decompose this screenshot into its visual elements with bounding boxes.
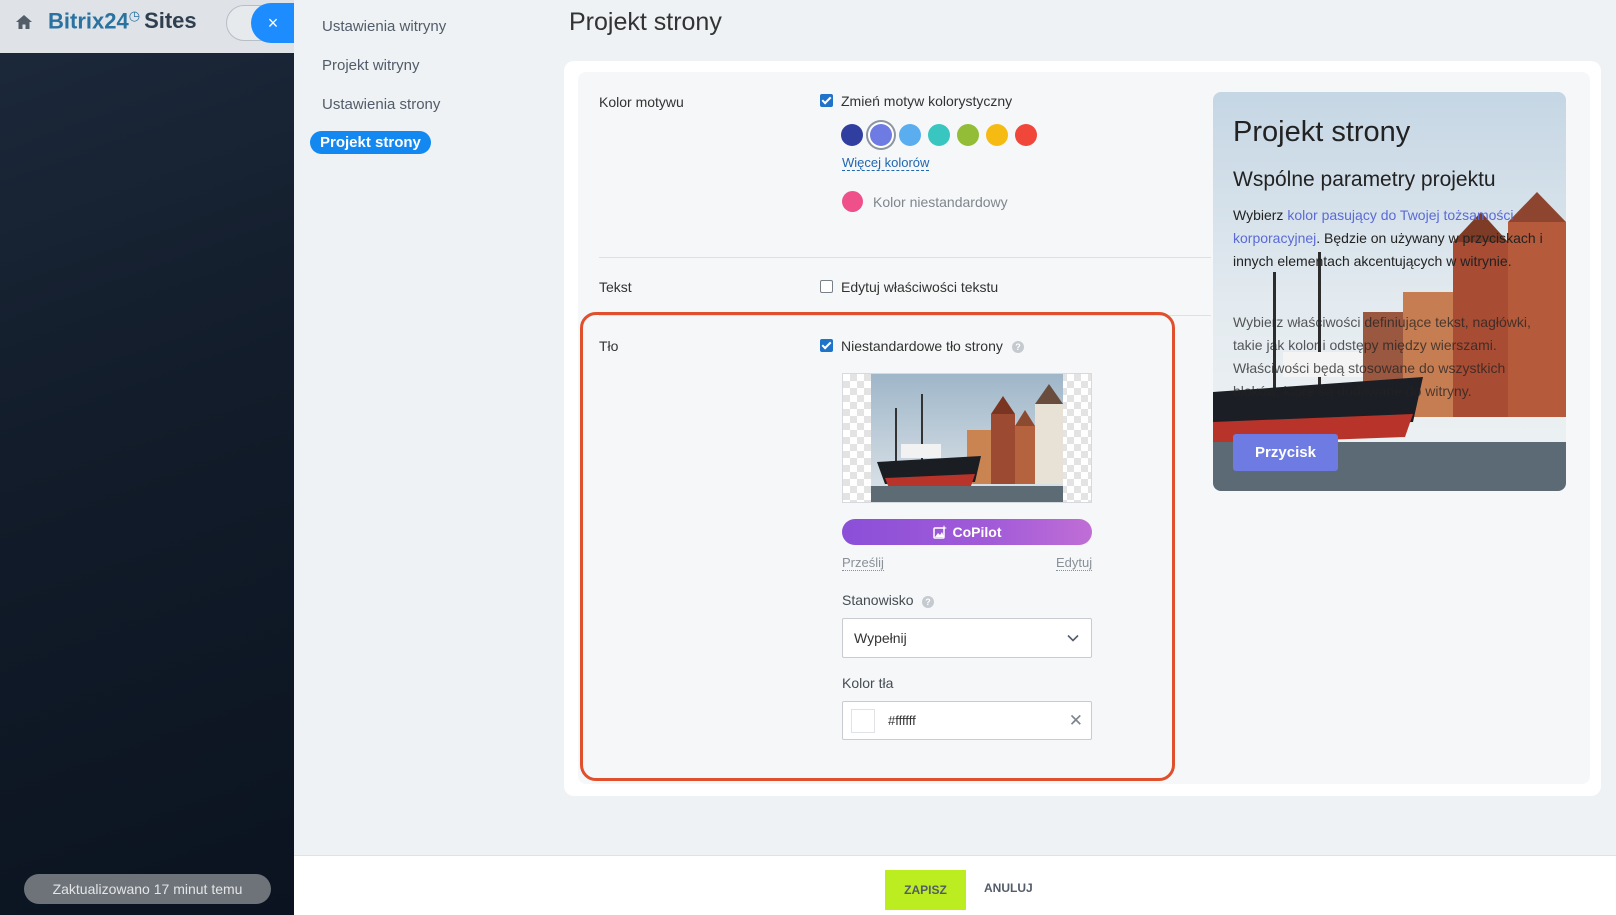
copilot-label: CoPilot <box>952 524 1002 540</box>
image-ai-icon <box>932 525 947 539</box>
background-label: Tło <box>599 338 619 354</box>
close-slider-button[interactable]: × <box>251 3 295 43</box>
preview-paragraph-1: Wybierz kolor pasujący do Twojej tożsamo… <box>1233 204 1545 273</box>
harbor-image <box>871 374 1063 502</box>
preview-text: Wybierz <box>1233 207 1288 223</box>
theme-color-label: Kolor motywu <box>599 94 684 110</box>
help-icon[interactable]: ? <box>1012 341 1024 353</box>
custom-background-checkbox-label[interactable]: Niestandardowe tło strony <box>841 338 1003 354</box>
site-topbar: Bitrix24◷ Sites × <box>0 0 296 53</box>
brand-name: Bitrix24 <box>48 8 129 34</box>
color-swatch[interactable] <box>1015 124 1037 146</box>
backdrop-left <box>0 0 294 915</box>
nav-item-page-settings[interactable]: Ustawienia strony <box>322 96 440 113</box>
color-swatch[interactable] <box>957 124 979 146</box>
color-swatch-selected[interactable] <box>870 124 892 146</box>
background-color-input[interactable]: #ffffff ✕ <box>842 701 1092 740</box>
chevron-down-icon <box>1067 634 1079 642</box>
background-image-preview[interactable] <box>842 373 1092 503</box>
updated-status: Zaktualizowano 17 minut temu <box>24 874 271 904</box>
cancel-button[interactable]: ANULUJ <box>984 881 1033 895</box>
upload-link[interactable]: Prześlij <box>842 555 884 571</box>
clock-icon: ◷ <box>128 8 141 23</box>
brand-logo[interactable]: Bitrix24◷ Sites <box>48 8 197 34</box>
preview-background-image <box>1213 92 1566 491</box>
text-label: Tekst <box>599 279 632 295</box>
edit-image-link[interactable]: Edytuj <box>1056 555 1093 571</box>
more-colors-link[interactable]: Więcej kolorów <box>842 155 930 171</box>
theme-color-checkbox[interactable] <box>820 94 833 107</box>
theme-color-checkbox-label[interactable]: Zmień motyw kolorystyczny <box>841 93 1012 109</box>
color-swatch[interactable] <box>986 124 1008 146</box>
position-label: Stanowisko <box>842 592 914 608</box>
custom-color-picker[interactable] <box>842 191 863 212</box>
custom-background-checkbox[interactable] <box>820 339 833 352</box>
copilot-button[interactable]: CoPilot <box>842 519 1092 545</box>
page-title: Projekt strony <box>569 8 722 36</box>
preview-subtitle: Wspólne parametry projektu <box>1233 168 1496 191</box>
color-swatch-box[interactable] <box>851 709 875 733</box>
preview-paragraph-2: Wybierz właściwości definiujące tekst, n… <box>1233 314 1531 399</box>
footer-bar: ZAPISZ ANULUJ <box>294 855 1616 915</box>
color-swatch[interactable] <box>899 124 921 146</box>
background-color-value[interactable]: #ffffff <box>888 713 916 728</box>
divider <box>599 257 1211 258</box>
position-select[interactable]: Wypełnij <box>842 618 1092 658</box>
design-preview: Projekt strony Wspólne parametry projekt… <box>1213 92 1566 491</box>
help-icon[interactable]: ? <box>922 596 934 608</box>
preview-title: Projekt strony <box>1233 116 1411 148</box>
custom-color-label[interactable]: Kolor niestandardowy <box>873 194 1008 210</box>
nav-item-site-settings[interactable]: Ustawienia witryny <box>322 18 446 35</box>
edit-text-checkbox-label[interactable]: Edytuj właściwości tekstu <box>841 279 998 295</box>
background-color-label: Kolor tła <box>842 675 894 691</box>
nav-item-site-design[interactable]: Projekt witryny <box>322 57 420 74</box>
color-swatch[interactable] <box>928 124 950 146</box>
preview-button[interactable]: Przycisk <box>1233 434 1338 471</box>
edit-text-checkbox[interactable] <box>820 280 833 293</box>
clear-icon[interactable]: ✕ <box>1069 711 1083 731</box>
nav-item-page-design[interactable]: Projekt strony <box>310 131 431 154</box>
brand-suffix: Sites <box>144 8 197 34</box>
save-button[interactable]: ZAPISZ <box>885 870 966 910</box>
position-select-value: Wypełnij <box>854 630 907 646</box>
color-swatch[interactable] <box>841 124 863 146</box>
home-icon[interactable] <box>14 12 34 32</box>
